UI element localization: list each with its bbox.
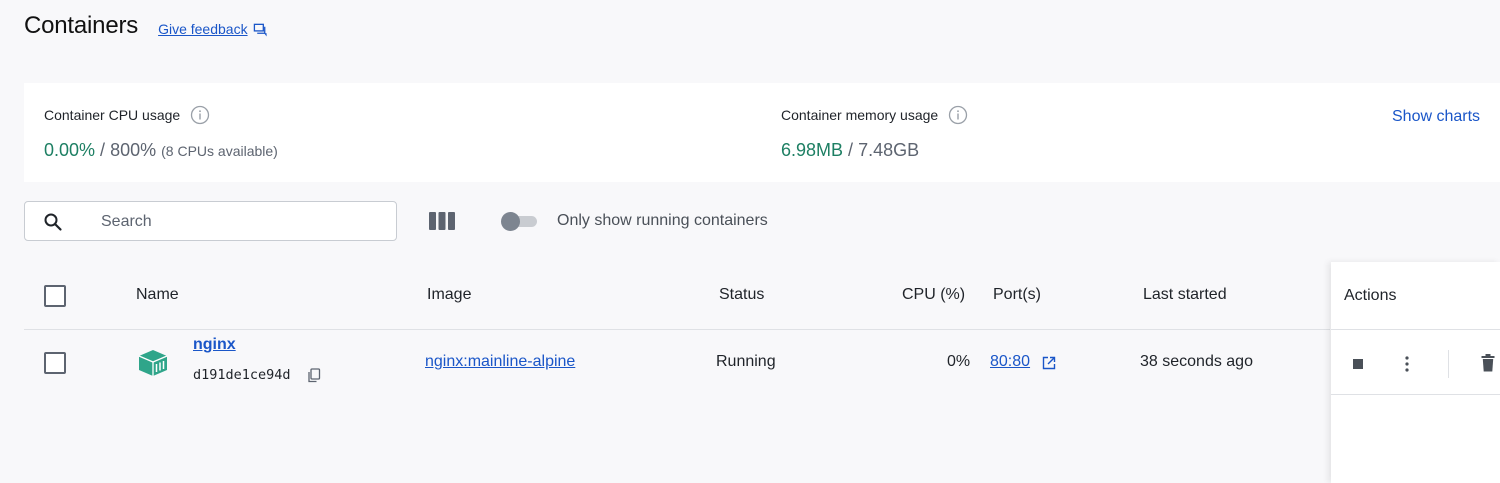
cpu-usage-value: 0.00% / 800% (8 CPUs available) [44, 140, 278, 161]
cpu-available-note: (8 CPUs available) [161, 143, 278, 159]
memory-usage-stat: Container memory usage 6.98MB / 7.48GB [781, 105, 968, 161]
row-actions [1331, 331, 1500, 395]
give-feedback-label: Give feedback [158, 21, 248, 37]
port-link[interactable]: 80:80 [990, 353, 1030, 371]
search-input[interactable] [101, 210, 381, 234]
external-link-icon[interactable] [1042, 356, 1056, 370]
container-id: d191de1ce94d [193, 367, 291, 383]
cpu-usage-total: 800% [110, 140, 157, 160]
table-header: Name Image Status CPU (%) Port(s) Last s… [24, 262, 1330, 330]
memory-usage-value: 6.98MB / 7.48GB [781, 140, 968, 161]
copy-icon[interactable] [307, 368, 321, 383]
page-header: Containers Give feedback [24, 10, 268, 42]
column-header-cpu[interactable]: CPU (%) [902, 286, 965, 304]
container-name-link[interactable]: nginx [193, 336, 236, 354]
cpu-usage-separator: / [95, 140, 111, 160]
memory-usage-separator: / [843, 140, 859, 160]
running-only-toggle[interactable] [501, 212, 539, 231]
column-header-name[interactable]: Name [136, 286, 179, 304]
usage-stats-panel: Container CPU usage 0.00% / 800% (8 CPUs… [24, 83, 1500, 182]
columns-icon[interactable] [429, 212, 455, 230]
column-header-actions: Actions [1344, 287, 1397, 304]
memory-usage-label: Container memory usage [781, 107, 939, 123]
cpu-usage-stat: Container CPU usage 0.00% / 800% (8 CPUs… [44, 105, 278, 161]
more-vertical-icon[interactable] [1403, 355, 1411, 373]
actions-column: Actions [1331, 262, 1500, 483]
last-started-text: 38 seconds ago [1140, 353, 1253, 370]
memory-usage-total: 7.48GB [858, 140, 920, 160]
column-header-image[interactable]: Image [427, 286, 471, 304]
actions-divider [1448, 350, 1449, 378]
search-icon [44, 213, 62, 231]
container-icon [138, 350, 168, 376]
feedback-icon [253, 23, 267, 37]
info-icon[interactable] [190, 105, 210, 125]
cpu-usage-label: Container CPU usage [44, 107, 181, 123]
stop-icon[interactable] [1352, 358, 1364, 370]
trash-icon[interactable] [1481, 354, 1495, 372]
image-link[interactable]: nginx:mainline-alpine [425, 353, 575, 371]
running-only-label: Only show running containers [557, 212, 768, 229]
memory-usage-current: 6.98MB [781, 140, 844, 160]
status-text: Running [716, 353, 776, 370]
row-select-checkbox[interactable] [44, 352, 66, 374]
search-box[interactable] [24, 201, 397, 241]
cpu-percent: 0% [947, 353, 971, 370]
cpu-usage-current: 0.00% [44, 140, 96, 160]
give-feedback-link[interactable]: Give feedback [158, 21, 268, 37]
select-all-checkbox[interactable] [44, 285, 66, 307]
containers-toolbar: Only show running containers [24, 201, 1024, 241]
toggle-knob [501, 212, 520, 231]
info-icon[interactable] [948, 105, 968, 125]
page-title: Containers [24, 12, 139, 39]
table-row[interactable]: nginx d191de1ce94d nginx:mainline-alpine… [24, 331, 1330, 395]
column-header-status[interactable]: Status [719, 286, 764, 304]
show-charts-button[interactable]: Show charts [1392, 108, 1480, 126]
column-header-last-started[interactable]: Last started [1143, 286, 1227, 304]
column-header-ports[interactable]: Port(s) [993, 286, 1041, 304]
actions-header: Actions [1331, 262, 1500, 330]
